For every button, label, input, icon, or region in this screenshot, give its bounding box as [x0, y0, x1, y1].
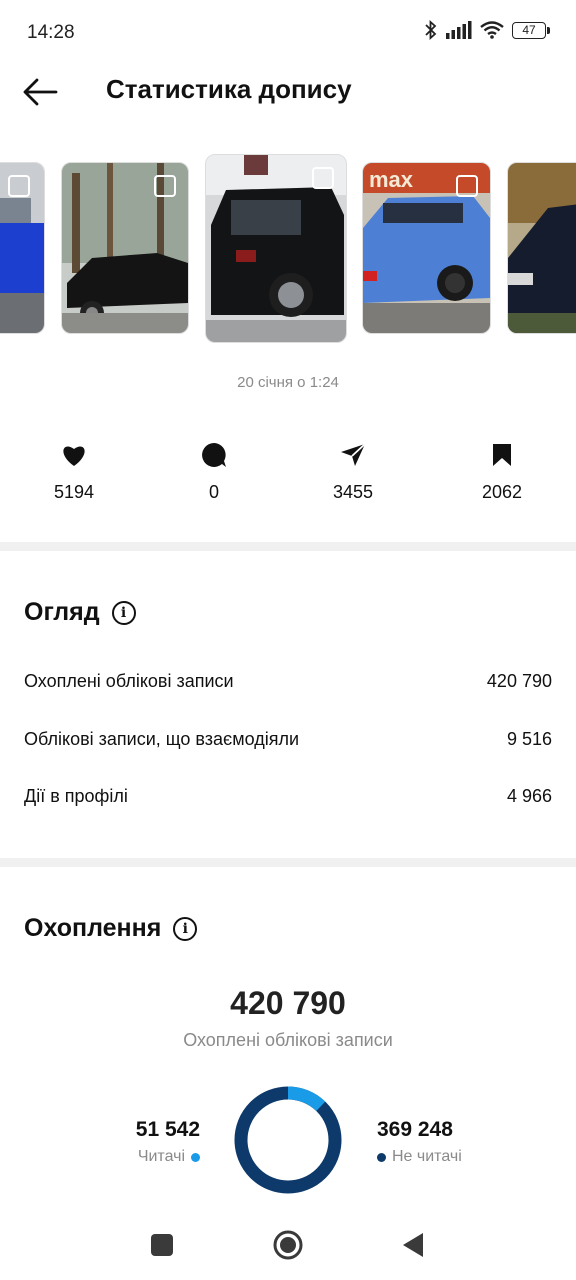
select-checkbox[interactable] — [154, 175, 176, 197]
post-image-3-current[interactable] — [205, 154, 347, 343]
post-date: 20 січня о 1:24 — [237, 374, 339, 391]
post-image-2[interactable] — [61, 162, 189, 334]
shares-count: 3455 — [332, 482, 374, 502]
overview-row-engaged[interactable]: Облікові записи, що взаємодіяли 9 516 — [24, 729, 552, 750]
section-divider — [0, 858, 576, 867]
non-followers-label: Не читачі — [392, 1148, 462, 1165]
row-label: Охоплені облікові записи — [24, 671, 234, 691]
likes-count: 5194 — [53, 482, 95, 502]
post-image-5[interactable] — [507, 162, 576, 334]
row-value: 420 790 — [486, 671, 552, 691]
nav-recent-icon[interactable] — [151, 1234, 173, 1256]
reach-section-title: Охоплення i — [24, 914, 198, 943]
wifi-icon — [480, 21, 504, 39]
followers-legend: 51 542 Читачі — [136, 1118, 200, 1166]
back-button[interactable] — [22, 76, 62, 108]
reach-title: Охоплення — [24, 914, 162, 942]
info-icon[interactable]: i — [173, 916, 198, 941]
non-followers-value: 369 248 — [377, 1118, 453, 1141]
followers-label: Читачі — [137, 1148, 185, 1165]
status-icons: 47 — [424, 20, 550, 40]
system-nav-bar — [0, 1215, 576, 1275]
send-icon — [341, 443, 366, 466]
metric-comments[interactable]: 0 — [154, 440, 274, 503]
bookmark-icon — [493, 444, 511, 466]
row-label: Облікові записи, що взаємодіяли — [24, 729, 300, 749]
reach-total-label: Охоплені облікові записи — [183, 1030, 393, 1050]
section-divider — [0, 542, 576, 551]
info-icon[interactable]: i — [111, 600, 136, 625]
non-followers-legend: 369 248 Не читачі — [377, 1118, 462, 1166]
followers-dot — [191, 1152, 200, 1162]
nav-home-icon[interactable] — [272, 1229, 304, 1261]
signal-icon — [446, 21, 472, 39]
nav-back-icon[interactable] — [402, 1232, 424, 1258]
back-arrow-icon — [23, 78, 58, 106]
followers-value: 51 542 — [135, 1118, 200, 1141]
post-image-4[interactable]: max — [362, 162, 491, 334]
heart-icon — [63, 446, 85, 466]
page-title: Статистика допису — [106, 74, 352, 104]
saves-count: 2062 — [481, 482, 523, 502]
metric-shares[interactable]: 3455 — [293, 440, 413, 503]
metric-likes[interactable]: 5194 — [14, 440, 134, 503]
battery-indicator: 47 — [512, 21, 550, 39]
comments-count: 0 — [208, 482, 219, 502]
overview-row-profile-activity[interactable]: Дії в профілі 4 966 — [24, 786, 552, 807]
select-checkbox[interactable] — [8, 175, 30, 197]
bluetooth-icon — [425, 20, 437, 40]
non-followers-dot — [377, 1152, 386, 1162]
status-time: 14:28 — [27, 22, 75, 43]
comment-icon — [202, 443, 226, 467]
overview-section-title: Огляд i — [24, 598, 136, 627]
svg-text:max: max — [369, 167, 414, 192]
row-value: 9 516 — [506, 729, 552, 749]
post-image-1[interactable] — [0, 162, 45, 334]
reach-donut-chart — [234, 1086, 342, 1194]
followers-legend-label: Читачі — [136, 1148, 200, 1166]
overview-row-reached[interactable]: Охоплені облікові записи 420 790 — [24, 671, 552, 692]
donut-non-followers-segment — [234, 1086, 342, 1194]
non-followers-legend-label: Не читачі — [377, 1148, 462, 1166]
overview-title: Огляд — [24, 598, 100, 626]
row-label: Дії в профілі — [24, 786, 128, 806]
row-value: 4 966 — [506, 786, 552, 806]
select-checkbox[interactable] — [456, 175, 478, 197]
reach-total: 420 790 — [230, 985, 346, 1021]
select-checkbox[interactable] — [312, 167, 334, 189]
metric-saves[interactable]: 2062 — [442, 440, 562, 503]
